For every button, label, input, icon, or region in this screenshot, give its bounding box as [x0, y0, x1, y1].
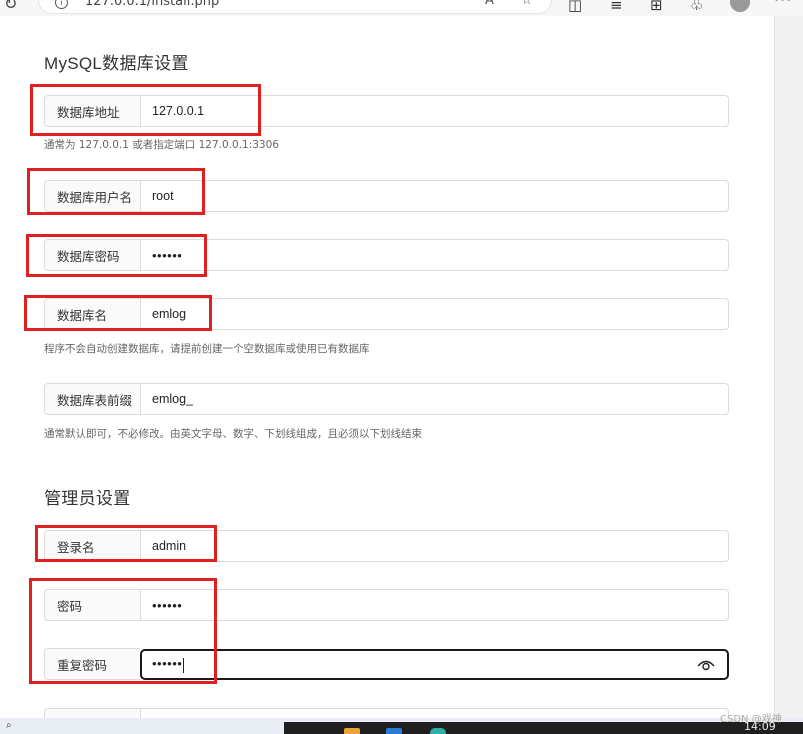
admin-password-input[interactable]: ••••••	[141, 598, 182, 613]
db-host-input[interactable]: 127.0.0.1	[141, 104, 204, 118]
db-name-input[interactable]: emlog	[141, 307, 186, 321]
db-prefix-label: 数据库表前缀	[45, 384, 141, 414]
db-name-field[interactable]: 数据库名 emlog	[44, 298, 729, 330]
search-icon[interactable]: ⌕	[6, 720, 12, 731]
profile-avatar[interactable]	[730, 0, 750, 12]
db-name-hint: 程序不会自动创建数据库，请提前创建一个空数据库或使用已有数据库	[44, 343, 370, 355]
app-icon[interactable]	[386, 728, 402, 734]
favorites-icon[interactable]: ≡	[610, 0, 623, 14]
split-screen-icon[interactable]: ◫	[568, 0, 582, 14]
text-caret	[183, 657, 185, 673]
info-icon[interactable]: i	[55, 0, 68, 9]
mysql-section-title: MySQL数据库设置	[44, 54, 189, 73]
admin-repeat-input-box[interactable]: ••••••	[140, 649, 729, 680]
db-host-hint: 通常为 127.0.0.1 或者指定端口 127.0.0.1:3306	[44, 139, 279, 151]
more-menu-icon[interactable]: ···	[774, 0, 792, 9]
db-prefix-input[interactable]: emlog_	[141, 392, 193, 406]
edge-browser-icon[interactable]	[430, 728, 446, 734]
extension-icon[interactable]: ♧	[690, 0, 703, 14]
csdn-watermark: CSDN @戏神	[720, 714, 782, 725]
url-text: 127.0.0.1/install.php	[85, 0, 220, 9]
next-field-label	[45, 709, 141, 718]
db-user-label: 数据库用户名	[45, 181, 141, 211]
page-scrollbar[interactable]	[774, 16, 803, 718]
db-prefix-field[interactable]: 数据库表前缀 emlog_	[44, 383, 729, 415]
reload-icon[interactable]: ↻	[4, 0, 17, 13]
install-page: MySQL数据库设置 数据库地址 127.0.0.1 通常为 127.0.0.1…	[0, 16, 774, 718]
address-bar[interactable]: i 127.0.0.1/install.php A ☆	[38, 0, 552, 14]
admin-section-title: 管理员设置	[44, 489, 131, 508]
favorite-star-icon[interactable]: ☆	[521, 0, 533, 8]
taskbar: ⌕ 14:09	[0, 718, 803, 734]
file-explorer-icon[interactable]	[344, 728, 360, 734]
admin-repeat-label-cell: 重复密码	[44, 648, 140, 680]
db-user-input[interactable]: root	[141, 189, 174, 203]
db-host-label: 数据库地址	[45, 96, 141, 126]
db-password-label: 数据库密码	[45, 240, 141, 270]
db-password-input[interactable]: ••••••	[141, 248, 182, 263]
read-aloud-icon[interactable]: A	[485, 0, 494, 8]
admin-password-label: 密码	[45, 590, 141, 620]
db-host-field[interactable]: 数据库地址 127.0.0.1	[44, 95, 729, 127]
db-prefix-hint: 通常默认即可，不必修改。由英文字母、数字、下划线组成，且必须以下划线结束	[44, 428, 422, 440]
collections-icon[interactable]: ⊞	[650, 0, 663, 14]
admin-repeat-label: 重复密码	[45, 649, 140, 679]
db-password-field[interactable]: 数据库密码 ••••••	[44, 239, 729, 271]
next-field-partial[interactable]	[44, 708, 729, 718]
eye-icon[interactable]	[697, 658, 715, 672]
db-name-label: 数据库名	[45, 299, 141, 329]
admin-password-field[interactable]: 密码 ••••••	[44, 589, 729, 621]
browser-toolbar: ↻ i 127.0.0.1/install.php A ☆ ◫ ≡ ⊞ ♧ ··…	[0, 0, 803, 16]
admin-repeat-input[interactable]: ••••••	[142, 656, 185, 673]
admin-login-label: 登录名	[45, 531, 141, 561]
admin-login-field[interactable]: 登录名 admin	[44, 530, 729, 562]
admin-login-input[interactable]: admin	[141, 539, 186, 553]
db-user-field[interactable]: 数据库用户名 root	[44, 180, 729, 212]
